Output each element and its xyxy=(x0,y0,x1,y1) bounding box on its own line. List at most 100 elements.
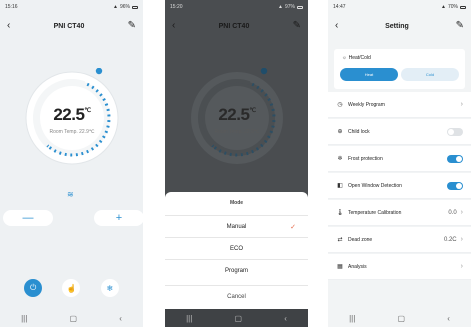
status-icons: ▲ 97% xyxy=(278,4,303,10)
back-icon[interactable]: ‹ xyxy=(284,314,287,323)
mode-option-label: Program xyxy=(224,267,248,274)
battery-icon xyxy=(297,5,303,9)
recents-icon[interactable]: ||| xyxy=(186,314,192,323)
hand-icon[interactable]: ☝ xyxy=(62,279,81,297)
window-icon: ◧ xyxy=(337,183,343,189)
frost-protection-toggle[interactable] xyxy=(447,154,463,163)
set-temperature-value: 22.5 xyxy=(218,105,250,124)
increase-temperature-button[interactable]: + xyxy=(94,210,143,226)
toggle-knob xyxy=(456,182,462,189)
mode-option-label: ECO xyxy=(229,245,243,252)
row-label: Open Window Detection xyxy=(348,182,402,189)
sun-icon: ☼ xyxy=(342,55,347,61)
child-lock-row: ⊕ Child lock xyxy=(328,119,471,145)
home-icon[interactable]: ▢ xyxy=(397,314,405,323)
open-window-detection-row: ◧ Open Window Detection xyxy=(328,173,471,199)
app-bar: ‹ Setting ✎ xyxy=(328,16,471,36)
temperature-unit: ℃ xyxy=(249,108,256,114)
back-chevron-left-icon[interactable]: ‹ xyxy=(7,21,10,31)
chevron-right-icon: › xyxy=(460,209,463,216)
chart-icon: ▦ xyxy=(337,264,343,270)
heat-cold-label: ☼ Heat/Cold xyxy=(342,55,371,61)
home-icon[interactable]: ▢ xyxy=(234,314,242,323)
weekly-program-row[interactable]: ◷ Weekly Program › xyxy=(328,92,471,118)
thermostat-screen: 15:16 ▲ 96% ‹ PNI CT40 ✎ 22.5℃ Room Temp.… xyxy=(0,0,143,327)
battery-percent: 96% xyxy=(119,4,130,10)
snowflake-icon[interactable]: ❄ xyxy=(100,279,119,297)
thermometer-icon: 🌡 xyxy=(336,210,344,216)
back-chevron-left-icon[interactable]: ‹ xyxy=(335,21,338,31)
snowflake-icon: ❄ xyxy=(337,156,343,162)
dead-zone-row[interactable]: ⇄ Dead zone 0.2C › xyxy=(328,227,471,253)
temperature-dial[interactable]: 22.5℃ Room Temp. 22.9℃ xyxy=(22,68,122,168)
back-icon[interactable]: ‹ xyxy=(119,314,122,323)
settings-screen: 14:47 ▲ 70% ‹ Setting ✎ ☼ Heat/Cold Heat C… xyxy=(328,0,471,327)
cold-button[interactable]: Cold xyxy=(401,68,459,81)
status-time: 14:47 xyxy=(333,4,346,10)
row-label: Temperature Calibration xyxy=(348,209,402,216)
checkmark-icon: ✓ xyxy=(290,223,296,231)
home-icon[interactable]: ▢ xyxy=(69,314,77,323)
lock-icon: ⊕ xyxy=(337,129,343,135)
room-temperature: Room Temp. 22.9℃ xyxy=(214,129,260,135)
recents-icon[interactable]: ||| xyxy=(349,314,355,323)
action-bar: ⏻ ☝ ❄ xyxy=(0,270,143,306)
edit-icon[interactable]: ✎ xyxy=(293,21,301,31)
system-nav-bar: ||| ▢ ‹ xyxy=(0,309,143,327)
back-icon[interactable]: ‹ xyxy=(447,314,450,323)
status-time: 15:20 xyxy=(170,4,183,10)
open-window-toggle[interactable] xyxy=(447,181,463,190)
status-time: 15:16 xyxy=(5,4,18,10)
heat-button[interactable]: Heat xyxy=(340,68,398,81)
status-bar: 14:47 ▲ 70% xyxy=(328,0,471,14)
set-temperature: 22.5℃ xyxy=(187,105,287,125)
decrease-temperature-button[interactable]: — xyxy=(3,210,53,226)
back-chevron-left-icon[interactable]: ‹ xyxy=(172,21,175,31)
dead-zone-value: 0.2C xyxy=(443,236,457,243)
mode-option-eco[interactable]: ECO xyxy=(165,237,308,259)
status-icons: ▲ 70% xyxy=(441,4,466,10)
mode-select-screen: 15:20 ▲ 97% ‹ PNI CT40 ✎ 22.5℃ Room Temp.… xyxy=(165,0,308,327)
row-label: Child lock xyxy=(348,128,370,135)
analysis-row[interactable]: ▦ Analysis › xyxy=(328,254,471,280)
mode-option-label: Manual xyxy=(226,223,247,230)
cancel-button[interactable]: Cancel xyxy=(165,285,308,307)
edit-icon[interactable]: ✎ xyxy=(456,21,464,31)
cancel-label: Cancel xyxy=(227,293,246,300)
system-nav-bar: ||| ▢ ‹ xyxy=(165,309,308,327)
signal-icon: ▲ xyxy=(278,4,283,10)
chevron-right-icon: › xyxy=(460,236,463,243)
row-label: Analysis xyxy=(348,263,367,270)
row-label: Weekly Program xyxy=(348,101,385,108)
device-title: PNI CT40 xyxy=(53,22,85,30)
set-temperature-value: 22.5 xyxy=(53,105,85,124)
status-bar: 15:16 ▲ 96% xyxy=(0,0,143,14)
mode-option-program[interactable]: Program xyxy=(165,259,308,281)
chevron-right-icon: › xyxy=(460,263,463,270)
row-label: Dead zone xyxy=(348,236,373,243)
battery-icon xyxy=(460,5,466,9)
temperature-calibration-row[interactable]: 🌡 Temperature Calibration 0.0 › xyxy=(328,200,471,226)
row-label: Frost protection xyxy=(348,155,383,162)
signal-icon: ▲ xyxy=(441,4,446,10)
device-title: PNI CT40 xyxy=(218,22,250,30)
mode-option-manual[interactable]: Manual ✓ xyxy=(165,215,308,237)
battery-percent: 70% xyxy=(447,4,458,10)
child-lock-toggle[interactable] xyxy=(447,127,463,136)
mode-bottom-sheet: Mode Manual ✓ ECO Program Cancel xyxy=(165,192,308,309)
recents-icon[interactable]: ||| xyxy=(21,314,27,323)
temperature-unit: ℃ xyxy=(84,108,91,114)
heat-cold-card: ☼ Heat/Cold Heat Cold xyxy=(334,49,465,89)
power-icon[interactable]: ⏻ xyxy=(24,279,43,297)
edit-icon[interactable]: ✎ xyxy=(128,21,136,31)
status-bar: 15:20 ▲ 97% xyxy=(165,0,308,14)
set-temperature: 22.5℃ xyxy=(22,105,122,125)
toggle-knob xyxy=(448,128,454,135)
heat-cold-text: Heat/Cold xyxy=(348,55,371,61)
frost-protection-row: ❄ Frost protection xyxy=(328,146,471,172)
battery-percent: 97% xyxy=(284,4,295,10)
settings-title: Setting xyxy=(385,22,409,30)
chevron-right-icon: › xyxy=(460,101,463,108)
room-temperature: Room Temp. 22.9℃ xyxy=(49,129,95,135)
screenshot-stage: 15:16 ▲ 96% ‹ PNI CT40 ✎ 22.5℃ Room Temp.… xyxy=(0,0,471,327)
